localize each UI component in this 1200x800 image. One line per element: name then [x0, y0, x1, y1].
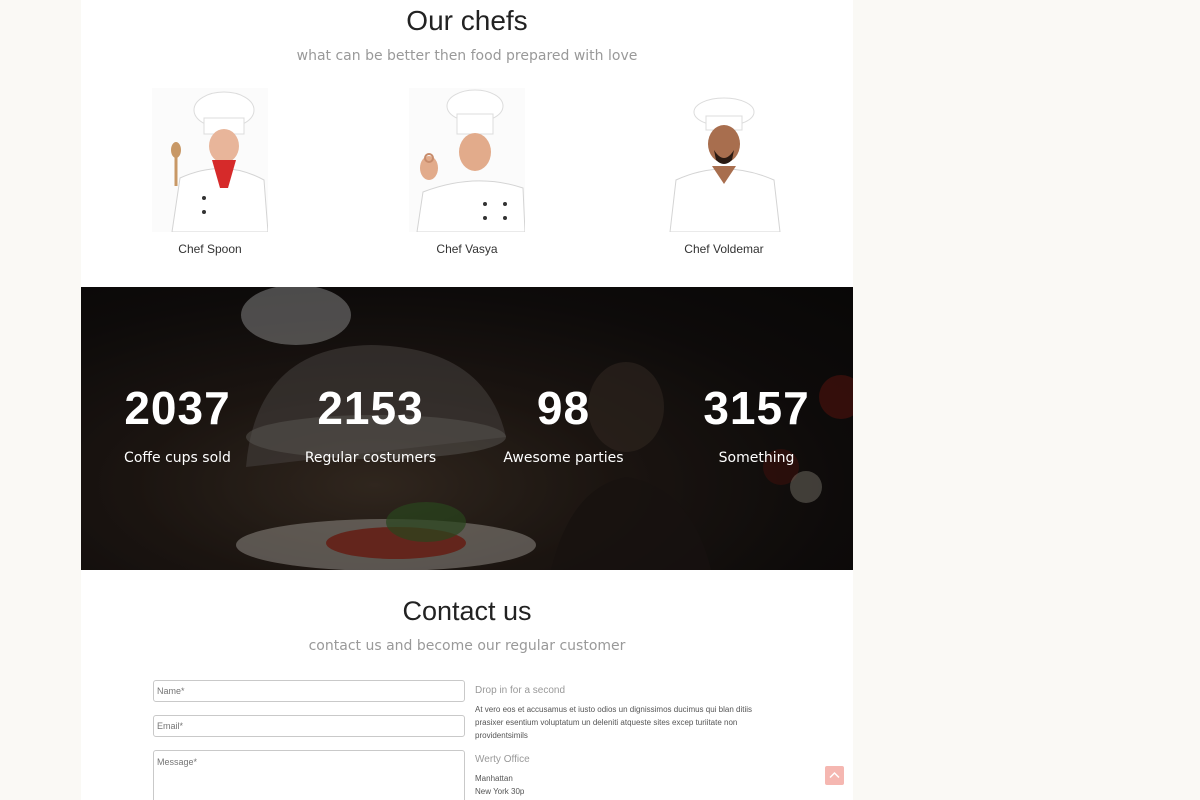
message-field[interactable]	[153, 750, 465, 800]
stat-label: Regular costumers	[304, 450, 437, 466]
contact-section-subtitle: contact us and become our regular custom…	[308, 638, 626, 654]
office-address-line1: Manhattan	[475, 774, 513, 783]
page-content: Our chefs what can be better then food p…	[81, 0, 853, 800]
stats-banner: 2037 Coffe cups sold 2153 Regular costum…	[81, 287, 853, 570]
office-heading: Werty Office	[475, 754, 530, 765]
name-field[interactable]	[153, 680, 465, 702]
chef-photo	[666, 88, 782, 233]
scroll-to-top-button[interactable]	[825, 766, 844, 785]
chefs-section-subtitle: what can be better then food prepared wi…	[296, 48, 638, 64]
stat-item: 98 Awesome parties	[467, 382, 660, 466]
stat-label: Coffe cups sold	[124, 450, 231, 466]
drop-in-info: Drop in for a second At vero eos et accu…	[475, 685, 775, 742]
chef-photo	[409, 88, 526, 233]
stat-value: 2037	[124, 382, 231, 434]
stat-item: 2153 Regular costumers	[274, 382, 467, 466]
drop-in-text: At vero eos et accusamus et iusto odios …	[475, 705, 753, 740]
email-field[interactable]	[153, 715, 465, 737]
chefs-section-title: Our chefs	[406, 5, 528, 36]
chef-card: Chef Spoon	[130, 88, 290, 256]
chef-photo	[152, 88, 269, 233]
chef-card: Chef Vasya	[387, 88, 547, 256]
stat-item: 2037 Coffe cups sold	[81, 382, 274, 466]
stat-label: Awesome parties	[503, 450, 624, 466]
stat-value: 2153	[317, 382, 424, 434]
office-address-line2: New York 30p	[475, 787, 525, 796]
chef-name: Chef Vasya	[436, 242, 498, 256]
drop-in-heading: Drop in for a second	[475, 685, 566, 696]
stat-value: 98	[536, 382, 591, 434]
stat-label: Something	[718, 450, 795, 466]
stat-item: 3157 Something	[660, 382, 853, 466]
contact-section-title: Contact us	[402, 596, 532, 626]
chef-name: Chef Voldemar	[684, 242, 764, 256]
chef-name: Chef Spoon	[178, 242, 242, 256]
office-info: Werty Office Manhattan New York 30p	[475, 754, 775, 798]
chevron-up-icon	[829, 771, 840, 779]
stat-value: 3157	[703, 382, 810, 434]
chef-card: Chef Voldemar	[644, 88, 804, 256]
